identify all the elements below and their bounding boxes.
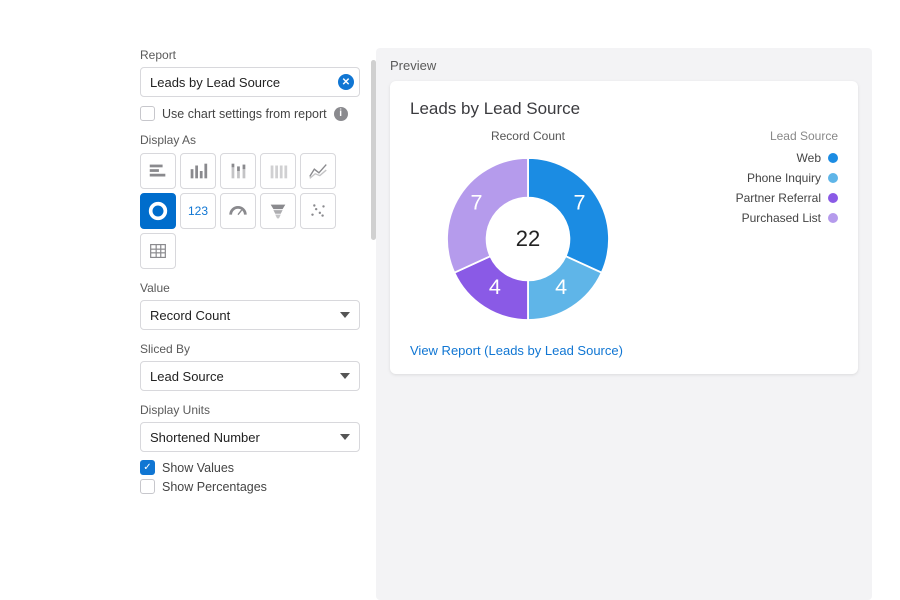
value-select[interactable]: Record Count	[140, 300, 360, 330]
chart-type-vertical-bar[interactable]	[180, 153, 216, 189]
show-percentages-checkbox[interactable]	[140, 479, 155, 494]
chart-type-horizontal-bar[interactable]	[140, 153, 176, 189]
legend-swatch	[828, 193, 838, 203]
value-label: Value	[140, 281, 360, 295]
chart-type-metric[interactable]: 123	[180, 193, 216, 229]
report-label: Report	[140, 48, 360, 62]
legend-item-label: Purchased List	[742, 211, 821, 225]
display-units-select[interactable]: Shortened Number	[140, 422, 360, 452]
chart-metric-label: Record Count	[491, 129, 565, 143]
chevron-down-icon	[340, 434, 350, 440]
legend-item[interactable]: Purchased List	[736, 211, 838, 225]
clear-report-icon[interactable]: ✕	[338, 74, 354, 90]
chevron-down-icon	[340, 373, 350, 379]
value-selected: Record Count	[150, 308, 230, 323]
config-sidebar: Report ✕ Use chart settings from report …	[140, 48, 360, 600]
use-report-settings-label: Use chart settings from report	[162, 107, 327, 121]
preview-panel: Preview Leads by Lead Source Record Coun…	[376, 48, 872, 600]
scrollbar[interactable]	[371, 60, 376, 240]
sliced-by-select[interactable]: Lead Source	[140, 361, 360, 391]
show-values-label: Show Values	[162, 461, 234, 475]
use-report-settings-checkbox[interactable]	[140, 106, 155, 121]
show-values-checkbox[interactable]: ✓	[140, 460, 155, 475]
display-units-selected: Shortened Number	[150, 430, 260, 445]
legend-item-label: Web	[797, 151, 821, 165]
chart-type-line[interactable]	[300, 153, 336, 189]
chart-title: Leads by Lead Source	[410, 99, 838, 119]
preview-section-label: Preview	[390, 58, 858, 73]
sliced-by-selected: Lead Source	[150, 369, 224, 384]
preview-card: Leads by Lead Source Record Count 7447 2…	[390, 81, 858, 374]
chart-type-stacked-bar[interactable]	[220, 153, 256, 189]
legend-item[interactable]: Phone Inquiry	[736, 171, 838, 185]
display-as-label: Display As	[140, 133, 360, 147]
chart-legend: Lead Source Web Phone Inquiry Partner Refe…	[736, 129, 838, 231]
display-units-label: Display Units	[140, 403, 360, 417]
sliced-by-label: Sliced By	[140, 342, 360, 356]
chart-type-scatter[interactable]	[300, 193, 336, 229]
chevron-down-icon	[340, 312, 350, 318]
donut-chart: 7447 22	[438, 149, 618, 329]
chart-type-funnel[interactable]	[260, 193, 296, 229]
legend-swatch	[828, 173, 838, 183]
show-percentages-label: Show Percentages	[162, 480, 267, 494]
chart-type-stacked-bar-alt[interactable]	[260, 153, 296, 189]
chart-type-table[interactable]	[140, 233, 176, 269]
chart-type-gauge[interactable]	[220, 193, 256, 229]
legend-swatch	[828, 213, 838, 223]
donut-total: 22	[438, 149, 618, 329]
chart-type-grid: 123	[140, 153, 360, 269]
legend-title: Lead Source	[736, 129, 838, 143]
report-input[interactable]	[140, 67, 360, 97]
legend-swatch	[828, 153, 838, 163]
legend-item[interactable]: Web	[736, 151, 838, 165]
view-report-link[interactable]: View Report (Leads by Lead Source)	[410, 343, 623, 358]
legend-item-label: Phone Inquiry	[747, 171, 821, 185]
info-icon[interactable]: i	[334, 107, 348, 121]
legend-item-label: Partner Referral	[736, 191, 821, 205]
chart-type-donut[interactable]	[140, 193, 176, 229]
legend-item[interactable]: Partner Referral	[736, 191, 838, 205]
